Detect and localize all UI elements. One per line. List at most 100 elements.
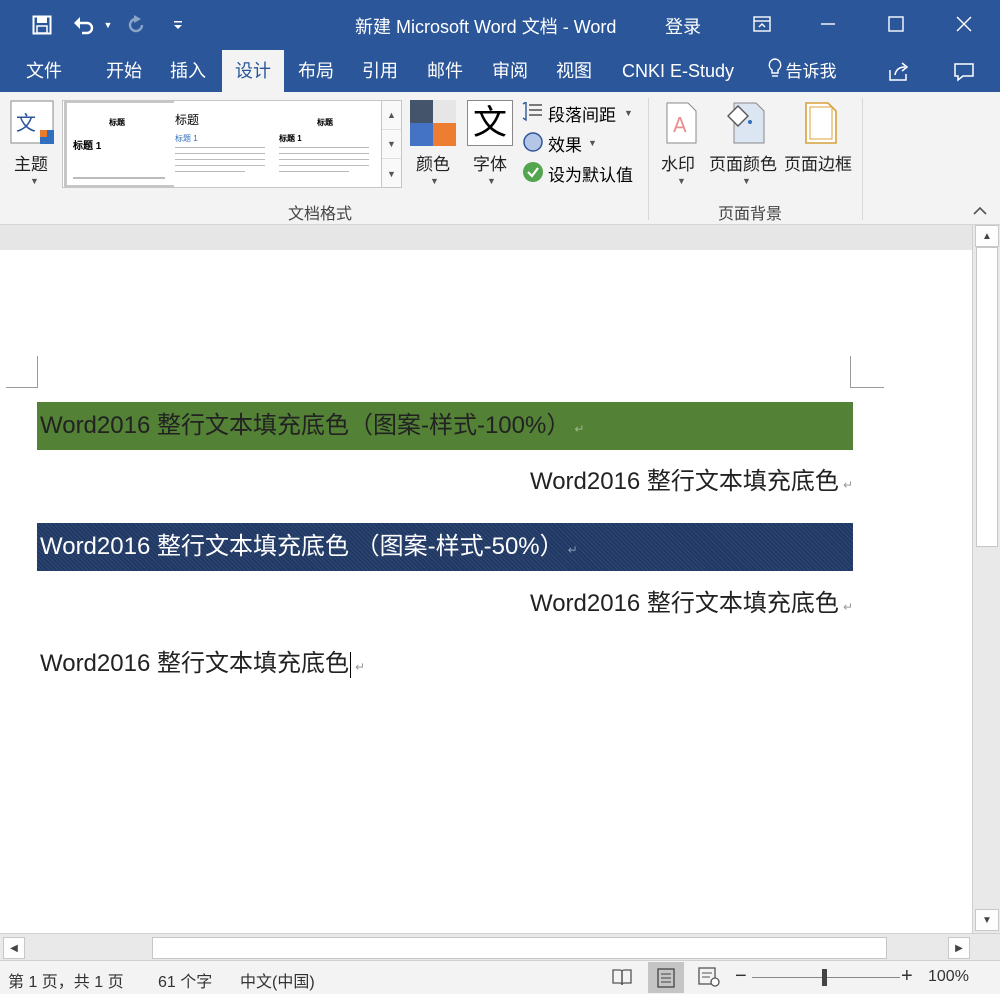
set-as-default-label: 设为默认值 bbox=[548, 166, 633, 185]
page-count[interactable]: 第 1 页，共 1 页 bbox=[8, 968, 124, 992]
effects-icon bbox=[522, 131, 544, 158]
save-icon[interactable] bbox=[28, 12, 56, 38]
tab-view[interactable]: 视图 bbox=[544, 50, 604, 92]
print-layout-icon[interactable] bbox=[648, 962, 684, 993]
fonts-dropdown-icon[interactable]: ▼ bbox=[487, 176, 496, 186]
paragraph-mark: ↵ bbox=[354, 660, 366, 674]
tab-insert[interactable]: 插入 bbox=[158, 50, 218, 92]
effects-button[interactable]: 效果 ▼ bbox=[522, 130, 622, 155]
watermark-label[interactable]: 水印 bbox=[661, 150, 695, 175]
gallery-more-icon[interactable]: ▼ bbox=[382, 159, 401, 188]
paragraph-right-1[interactable]: Word2016 整行文本填充底色 ↵ bbox=[37, 458, 853, 506]
watermark-icon[interactable]: A bbox=[664, 102, 698, 144]
tab-review[interactable]: 审阅 bbox=[480, 50, 540, 92]
read-mode-icon[interactable] bbox=[612, 967, 632, 992]
group-page-background: 页面背景 bbox=[718, 206, 783, 223]
customize-toolbar-icon[interactable] bbox=[168, 12, 188, 38]
text-cursor bbox=[349, 651, 351, 678]
gallery-down-icon[interactable]: ▼ bbox=[382, 130, 401, 159]
paragraph-mark: ↵ bbox=[574, 422, 585, 436]
page-color-icon[interactable] bbox=[724, 102, 768, 144]
paragraph-mark: ↵ bbox=[842, 478, 853, 492]
paragraph-shaded-50[interactable]: Word2016 整行文本填充底色 （图案-样式-50%） ↵ bbox=[37, 523, 853, 571]
page-borders-icon[interactable] bbox=[804, 102, 838, 144]
ribbon-display-options-icon[interactable] bbox=[742, 8, 782, 40]
style-thumb-title: 标题 bbox=[175, 113, 200, 127]
tab-design[interactable]: 设计 bbox=[222, 50, 284, 92]
svg-text:文: 文 bbox=[16, 111, 36, 135]
fonts-label[interactable]: 字体 bbox=[473, 150, 507, 175]
style-set-2[interactable]: 标题 标题 1 bbox=[171, 103, 275, 185]
paragraph-plain[interactable]: Word2016 整行文本填充底色 ↵ bbox=[37, 640, 853, 688]
tell-me-search[interactable]: 告诉我 bbox=[758, 50, 846, 92]
document-area: Word2016 整行文本填充底色（图案-样式-100%） ↵ Word2016 … bbox=[0, 225, 972, 933]
tab-cnki-e-study[interactable]: CNKI E-Study bbox=[612, 50, 744, 92]
login-link[interactable]: 登录 bbox=[665, 13, 701, 39]
tab-layout[interactable]: 布局 bbox=[286, 50, 346, 92]
paragraph-right-2[interactable]: Word2016 整行文本填充底色 ↵ bbox=[37, 580, 853, 628]
tab-home[interactable]: 开始 bbox=[94, 50, 154, 92]
status-bar: 第 1 页，共 1 页 61 个字 中文(中国) − + 100% bbox=[0, 960, 1000, 994]
group-separator bbox=[862, 98, 863, 220]
paragraph-text: Word2016 整行文本填充底色 bbox=[529, 590, 839, 617]
set-as-default-button[interactable]: 设为默认值 bbox=[522, 160, 644, 185]
horizontal-scroll-thumb[interactable] bbox=[152, 937, 887, 959]
group-separator bbox=[648, 98, 649, 220]
scroll-left-icon[interactable]: ◀ bbox=[3, 937, 25, 959]
redo-icon[interactable] bbox=[122, 12, 150, 38]
themes-icon[interactable]: 文 bbox=[10, 100, 56, 146]
undo-icon[interactable] bbox=[70, 12, 98, 38]
document-page[interactable]: Word2016 整行文本填充底色（图案-样式-100%） ↵ Word2016 … bbox=[0, 250, 972, 933]
paragraph-spacing-dropdown-icon[interactable]: ▼ bbox=[624, 108, 633, 118]
effects-label: 效果 bbox=[548, 136, 582, 155]
close-button[interactable] bbox=[944, 8, 984, 40]
colors-dropdown-icon[interactable]: ▼ bbox=[430, 176, 439, 186]
zoom-in-icon[interactable]: + bbox=[901, 965, 913, 988]
colors-icon[interactable] bbox=[410, 100, 456, 146]
style-set-default[interactable]: 标题 标题 1 bbox=[64, 100, 174, 188]
share-icon[interactable] bbox=[880, 50, 916, 92]
tab-mailings[interactable]: 邮件 bbox=[414, 50, 476, 92]
scroll-down-icon[interactable]: ▼ bbox=[975, 909, 999, 931]
fonts-icon[interactable]: 文 bbox=[467, 100, 513, 146]
lightbulb-icon bbox=[768, 51, 782, 93]
page-color-label[interactable]: 页面颜色 bbox=[709, 150, 777, 175]
collapse-ribbon-icon[interactable] bbox=[972, 204, 990, 218]
maximize-button[interactable] bbox=[876, 8, 916, 40]
style-set-3[interactable]: 标题 标题 1 bbox=[275, 103, 379, 185]
gallery-up-icon[interactable]: ▲ bbox=[382, 101, 401, 130]
svg-text:A: A bbox=[673, 113, 687, 137]
undo-dropdown-icon[interactable]: ▼ bbox=[100, 12, 116, 38]
style-set-gallery[interactable]: 标题 标题 1 标题 标题 1 标题 标题 1 bbox=[62, 100, 382, 188]
word-count[interactable]: 61 个字 bbox=[158, 968, 212, 992]
tab-file[interactable]: 文件 bbox=[12, 50, 76, 92]
comments-icon[interactable] bbox=[944, 50, 984, 92]
ribbon-tabs: 文件 开始 插入 设计 布局 引用 邮件 审阅 视图 CNKI E-Study … bbox=[0, 50, 1000, 92]
paragraph-spacing-icon bbox=[522, 100, 544, 127]
tab-references[interactable]: 引用 bbox=[350, 50, 410, 92]
checkmark-icon bbox=[522, 161, 544, 188]
paragraph-shaded-100[interactable]: Word2016 整行文本填充底色（图案-样式-100%） ↵ bbox=[37, 402, 853, 450]
zoom-level[interactable]: 100% bbox=[928, 968, 969, 986]
vertical-scrollbar[interactable]: ▲ ▼ bbox=[972, 225, 1000, 933]
zoom-slider-thumb[interactable] bbox=[822, 969, 827, 986]
themes-label[interactable]: 主题 bbox=[14, 150, 48, 175]
colors-label[interactable]: 颜色 bbox=[416, 150, 450, 175]
vertical-scroll-thumb[interactable] bbox=[976, 247, 998, 547]
language-indicator[interactable]: 中文(中国) bbox=[240, 968, 315, 992]
gallery-scroll[interactable]: ▲ ▼ ▼ bbox=[381, 100, 402, 188]
page-borders-label[interactable]: 页面边框 bbox=[784, 150, 852, 175]
zoom-out-icon[interactable]: − bbox=[735, 965, 747, 988]
paragraph-text: Word2016 整行文本填充底色 bbox=[40, 650, 349, 677]
web-layout-icon[interactable] bbox=[698, 967, 720, 992]
style-thumb-title: 标题 bbox=[317, 118, 333, 127]
watermark-dropdown-icon[interactable]: ▼ bbox=[677, 176, 686, 186]
horizontal-scrollbar[interactable]: ◀ ▶ bbox=[0, 933, 1000, 960]
paragraph-spacing-button[interactable]: 段落间距 ▼ bbox=[522, 100, 644, 127]
minimize-button[interactable] bbox=[808, 8, 848, 40]
page-color-dropdown-icon[interactable]: ▼ bbox=[742, 176, 751, 186]
scroll-right-icon[interactable]: ▶ bbox=[948, 937, 970, 959]
effects-dropdown-icon[interactable]: ▼ bbox=[588, 138, 597, 148]
themes-dropdown-icon[interactable]: ▼ bbox=[30, 176, 39, 186]
scroll-up-icon[interactable]: ▲ bbox=[975, 225, 999, 247]
